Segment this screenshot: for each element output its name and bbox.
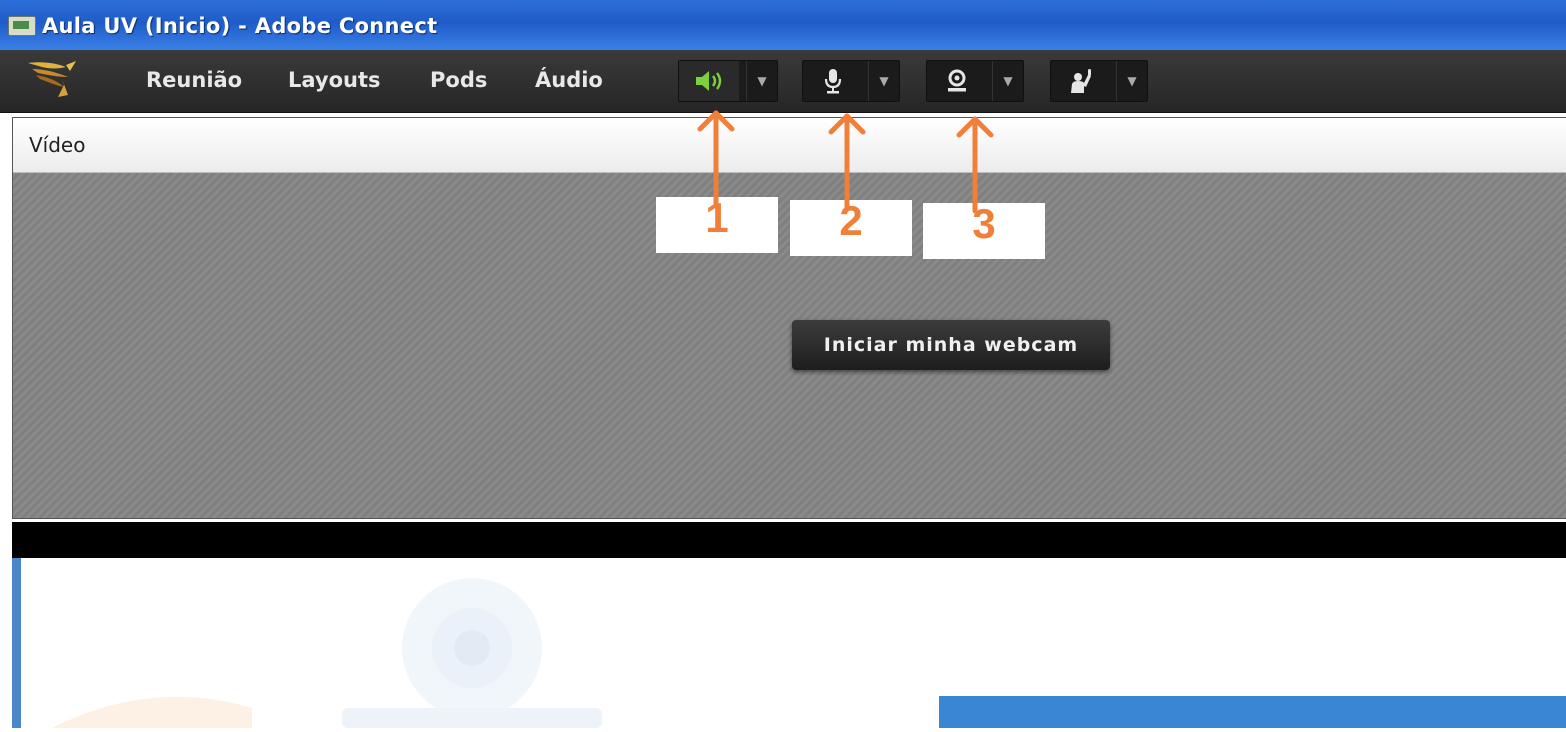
content-blue-panel: [939, 696, 1566, 728]
arrow-2-icon: [828, 113, 866, 211]
content-pod-header: [12, 522, 1566, 558]
content-pod-left-edge: [12, 558, 21, 728]
arrow-1-icon: [697, 110, 735, 208]
arrow-3-icon: [956, 116, 994, 214]
